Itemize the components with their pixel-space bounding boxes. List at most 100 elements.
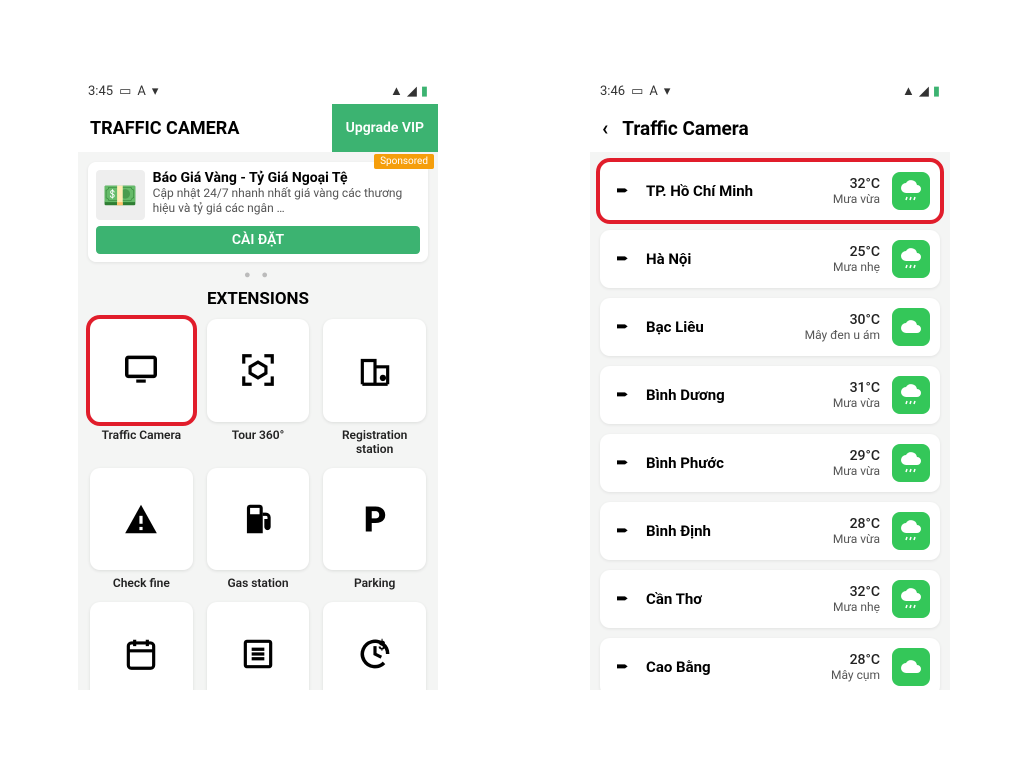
city-condition: Mưa vừa [833,464,880,478]
weather-icon [892,580,930,618]
extension-tile[interactable] [323,319,426,422]
letter-icon: A [137,84,145,99]
signal-icon: ◢ [919,84,929,99]
camera-icon [612,251,634,267]
extension-tile[interactable] [90,319,193,422]
city-name: Bình Phước [646,454,821,472]
extension-tile[interactable] [90,468,193,571]
city-temp: 30°C [805,312,880,328]
city-temp: 25°C [833,244,880,260]
city-row[interactable]: TP. Hồ Chí Minh 32°CMưa vừa [600,162,940,220]
extension-building[interactable]: Registration station [323,319,426,456]
city-weather-text: 25°CMưa nhẹ [833,244,880,274]
camera-icon [612,523,634,539]
parking-icon [356,500,394,538]
scan-icon [239,351,277,389]
carousel-dots[interactable]: ● ● [78,268,438,281]
ad-install-button[interactable]: CÀI ĐẶT [96,226,420,254]
city-condition: Mưa vừa [833,396,880,410]
city-name: Hà Nội [646,250,821,268]
sponsored-ad-card[interactable]: Sponsored 💵 Báo Giá Vàng - Tỷ Giá Ngoại … [88,162,428,262]
ad-image: 💵 [96,170,145,220]
city-name: Bình Dương [646,386,821,404]
picture-icon: ▭ [119,84,131,99]
extension-monitor[interactable]: Traffic Camera [90,319,193,456]
city-name: Cần Thơ [646,590,821,608]
extension-label: Check fine [90,576,193,590]
building-icon [356,351,394,389]
extension-label: Gas station [207,576,310,590]
weather-icon [892,512,930,550]
extension-fuel[interactable]: Gas station [207,468,310,591]
city-temp: 32°C [833,584,880,600]
signal-icon: ◢ [407,84,417,99]
sponsored-badge: Sponsored [374,154,434,169]
extensions-grid: Traffic Camera Tour 360°Registration stat… [78,319,438,690]
extension-tile[interactable] [207,319,310,422]
extension-refresh[interactable] [323,602,426,690]
ad-description: Cập nhật 24/7 nhanh nhất giá vàng các th… [153,186,420,216]
city-condition: Mưa nhẹ [833,600,880,614]
city-row[interactable]: Bạc Liêu 30°CMây đen u ám [600,298,940,356]
extension-parking[interactable]: Parking [323,468,426,591]
city-weather-text: 29°CMưa vừa [833,448,880,478]
extension-label: Traffic Camera [90,428,193,442]
city-condition: Mây đen u ám [805,328,880,342]
app-header: TRAFFIC CAMERA Upgrade VIP [78,104,438,152]
city-row[interactable]: Bình Phước 29°CMưa vừa [600,434,940,492]
extension-tile[interactable] [323,602,426,690]
ad-title: Báo Giá Vàng - Tỷ Giá Ngoại Tệ [153,170,420,186]
monitor-icon [122,351,160,389]
extension-tile[interactable] [323,468,426,571]
battery-icon: ▮ [933,84,940,99]
city-weather-text: 31°CMưa vừa [833,380,880,410]
extension-calendar[interactable] [90,602,193,690]
city-row[interactable]: Cần Thơ 32°CMưa nhẹ [600,570,940,628]
camera-icon [612,455,634,471]
battery-icon: ▮ [421,84,428,99]
weather-icon [892,240,930,278]
upgrade-vip-button[interactable]: Upgrade VIP [332,104,438,152]
camera-icon [612,591,634,607]
city-row[interactable]: Hà Nội 25°CMưa nhẹ [600,230,940,288]
status-time: 3:46 [600,84,625,99]
wifi-icon: ▲ [390,83,403,99]
weather-icon [892,376,930,414]
city-row[interactable]: Bình Định28°CMưa vừa [600,502,940,560]
refresh-icon [356,635,394,673]
city-condition: Mưa vừa [833,192,880,206]
extension-tile[interactable] [90,602,193,690]
extension-list[interactable] [207,602,310,690]
city-row[interactable]: Cao Bằng 28°CMây cụm [600,638,940,690]
weather-icon [892,648,930,686]
extension-scan[interactable]: Tour 360° [207,319,310,456]
status-time: 3:45 [88,84,113,99]
page-title: Traffic Camera [622,117,748,140]
city-name: Cao Bằng [646,658,819,676]
warning-icon [122,500,160,538]
calendar-icon [122,635,160,673]
letter-icon: A [649,84,657,99]
city-temp: 28°C [833,516,880,532]
camera-icon [612,319,634,335]
extension-warning[interactable]: Check fine [90,468,193,591]
picture-icon: ▭ [631,84,643,99]
status-bar: 3:45 ▭ A ▾ ▲ ◢ ▮ [78,78,438,104]
back-button[interactable]: ‹ [602,116,608,140]
camera-icon [612,183,634,199]
city-list: TP. Hồ Chí Minh32°CMưa vừaHà Nội25°CMưa … [590,152,950,690]
city-row[interactable]: Bình Dương 31°CMưa vừa [600,366,940,424]
camera-icon [612,387,634,403]
city-weather-text: 32°CMưa vừa [833,176,880,206]
extensions-heading: EXTENSIONS [78,289,438,309]
city-temp: 31°C [833,380,880,396]
city-weather-text: 28°CMưa vừa [833,516,880,546]
chevron-down-icon: ▾ [152,84,159,99]
fuel-icon [239,500,277,538]
city-weather-text: 28°CMây cụm [831,652,880,682]
extension-tile[interactable] [207,602,310,690]
extension-tile[interactable] [207,468,310,571]
city-name: TP. Hồ Chí Minh [646,182,821,200]
city-name: Bạc Liêu [646,318,793,336]
weather-icon [892,444,930,482]
